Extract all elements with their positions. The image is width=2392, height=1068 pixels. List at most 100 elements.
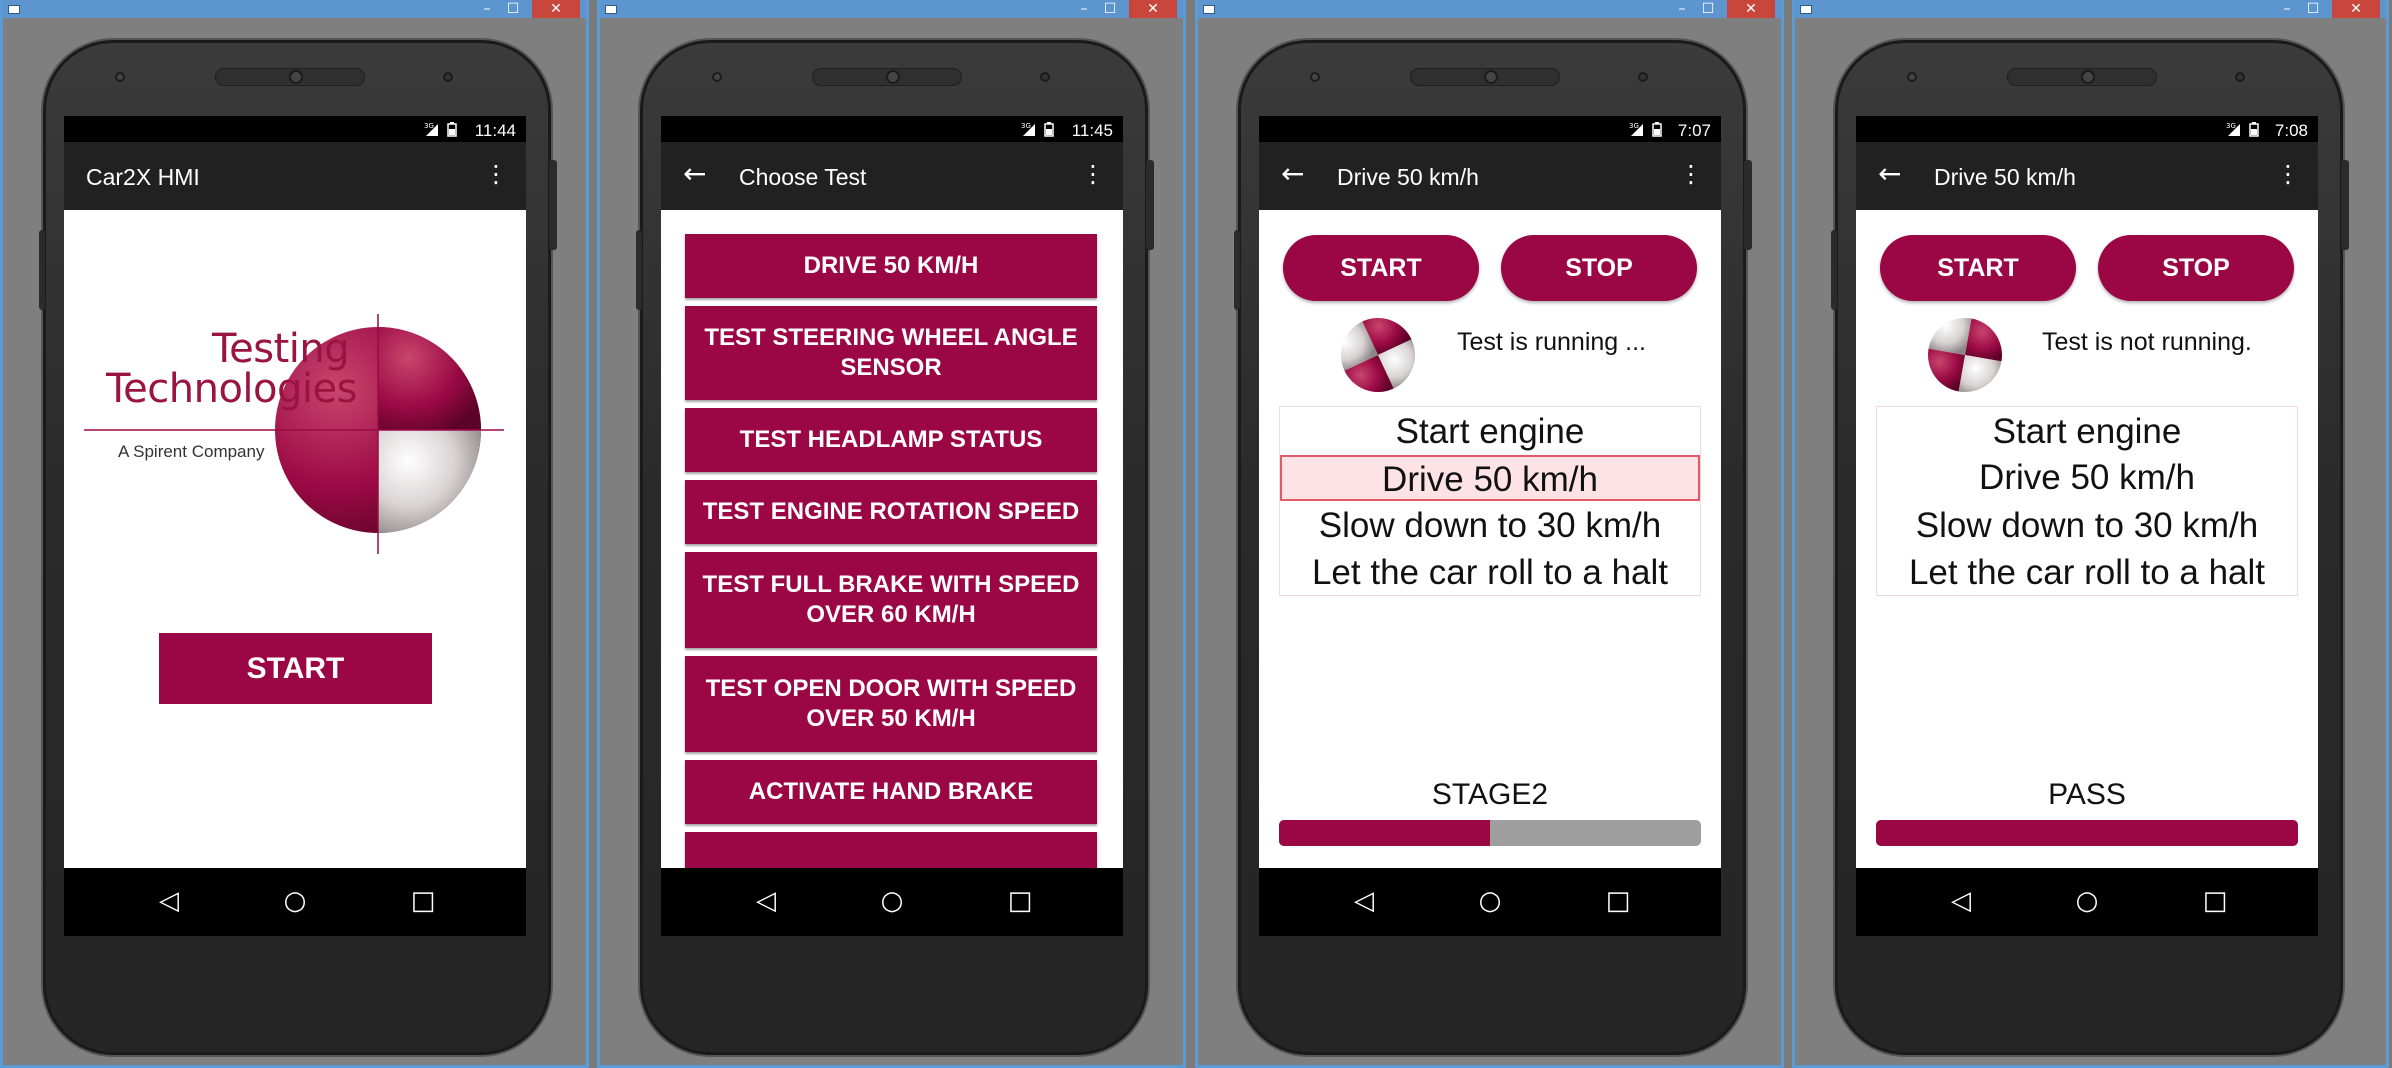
phone-power-button: [2341, 160, 2349, 250]
more-vert-icon[interactable]: ⋮: [484, 160, 508, 188]
test-item-hand-brake[interactable]: ACTIVATE HAND BRAKE: [685, 760, 1097, 824]
more-vert-icon[interactable]: ⋮: [1081, 160, 1105, 188]
step-item: Slow down to 30 km/h: [1318, 506, 1662, 545]
phone-frame: 3G 11:45 ← Choose Test ⋮ DRIVE 50 KM/H T…: [636, 40, 1154, 1055]
start-button[interactable]: START: [1283, 235, 1479, 301]
status-time: 11:45: [1071, 121, 1113, 140]
nav-back-icon[interactable]: ◁: [1946, 886, 1976, 916]
navigation-bar: ◁ ○ □: [1856, 868, 2318, 936]
svg-text:3G: 3G: [424, 122, 434, 130]
maximize-icon[interactable]: ☐: [2302, 0, 2324, 18]
nav-home-icon[interactable]: ○: [1475, 886, 1505, 916]
close-icon[interactable]: ✕: [1727, 0, 1775, 18]
emulator-window-4: – ☐ ✕ 3G 7:08 ← Drive 50 km/h ⋮ START ST…: [1792, 0, 2389, 1068]
test-status-text: Test is not running.: [2042, 328, 2252, 356]
front-sensor: [1907, 72, 1917, 82]
window-titlebar: – ☐ ✕: [1198, 0, 1781, 18]
action-bar: ← Choose Test ⋮: [661, 142, 1123, 210]
step-item: Slow down to 30 km/h: [1915, 506, 2259, 545]
window-titlebar: – ☐ ✕: [600, 0, 1183, 18]
phone-side-button: [1234, 230, 1240, 310]
step-item: Start engine: [1395, 412, 1585, 451]
test-item-steering-wheel[interactable]: TEST STEERING WHEEL ANGLE SENSOR: [685, 306, 1097, 400]
phone-power-button: [549, 160, 557, 250]
nav-recents-icon[interactable]: □: [1005, 886, 1035, 916]
phone-frame: 3G 7:07 ← Drive 50 km/h ⋮ START STOP Tes…: [1234, 40, 1752, 1055]
status-bar: 3G 11:44: [64, 116, 526, 142]
navigation-bar: ◁ ○ □: [64, 868, 526, 936]
front-sensor: [1310, 72, 1320, 82]
start-button[interactable]: START: [1880, 235, 2076, 301]
page-title: Choose Test: [739, 164, 867, 190]
test-item-full-brake[interactable]: TEST FULL BRAKE WITH SPEED OVER 60 KM/H: [685, 552, 1097, 648]
logo-subtitle: A Spirent Company: [118, 442, 265, 461]
nav-back-icon[interactable]: ◁: [1349, 886, 1379, 916]
close-icon[interactable]: ✕: [1129, 0, 1177, 18]
nav-home-icon[interactable]: ○: [877, 886, 907, 916]
svg-text:3G: 3G: [1629, 122, 1639, 130]
minimize-icon[interactable]: –: [2276, 0, 2298, 18]
test-list: DRIVE 50 KM/H TEST STEERING WHEEL ANGLE …: [661, 210, 1123, 868]
arrow-left-icon[interactable]: ←: [1281, 157, 1304, 190]
arrow-left-icon[interactable]: ←: [683, 157, 706, 190]
logo-text-line2: Technologies: [106, 366, 357, 412]
nav-home-icon[interactable]: ○: [280, 886, 310, 916]
maximize-icon[interactable]: ☐: [1099, 0, 1121, 18]
nav-back-icon[interactable]: ◁: [154, 886, 184, 916]
test-item-open-door[interactable]: TEST OPEN DOOR WITH SPEED OVER 50 KM/H: [685, 656, 1097, 752]
light-sensor: [1040, 72, 1050, 82]
navigation-bar: ◁ ○ □: [661, 868, 1123, 936]
emulator-window-3: – ☐ ✕ 3G 7:07 ← Drive 50 km/h ⋮ START ST…: [1195, 0, 1784, 1068]
maximize-icon[interactable]: ☐: [1697, 0, 1719, 18]
nav-recents-icon[interactable]: □: [2200, 886, 2230, 916]
minimize-icon[interactable]: –: [1073, 0, 1095, 18]
arrow-left-icon[interactable]: ←: [1878, 157, 1901, 190]
maximize-icon[interactable]: ☐: [502, 0, 524, 18]
signal-battery-icon: 3G: [2226, 121, 2264, 140]
phone-side-button: [39, 230, 45, 310]
phone-screen: 3G 11:45 ← Choose Test ⋮ DRIVE 50 KM/H T…: [661, 116, 1123, 936]
step-item: Let the car roll to a halt: [1908, 553, 2266, 592]
nav-recents-icon[interactable]: □: [1603, 886, 1633, 916]
test-steps-list: Start engine Drive 50 km/h Slow down to …: [1876, 406, 2298, 596]
nav-recents-icon[interactable]: □: [408, 886, 438, 916]
phone-screen: 3G 7:08 ← Drive 50 km/h ⋮ START STOP Tes…: [1856, 116, 2318, 936]
test-item-headlamp[interactable]: TEST HEADLAMP STATUS: [685, 408, 1097, 472]
status-bar: 3G 7:08: [1856, 116, 2318, 142]
front-camera: [2081, 70, 2095, 84]
light-sensor: [443, 72, 453, 82]
progress-fill: [1279, 820, 1490, 846]
test-item-engine-rotation[interactable]: TEST ENGINE ROTATION SPEED: [685, 480, 1097, 544]
progress-bar: [1876, 820, 2298, 846]
front-camera: [289, 70, 303, 84]
test-item-drive-50[interactable]: DRIVE 50 KM/H: [685, 234, 1097, 298]
progress-fill: [1876, 820, 2298, 846]
nav-home-icon[interactable]: ○: [2072, 886, 2102, 916]
svg-text:3G: 3G: [1021, 122, 1031, 130]
phone-frame: 3G 7:08 ← Drive 50 km/h ⋮ START STOP Tes…: [1831, 40, 2349, 1055]
light-sensor: [1638, 72, 1648, 82]
action-bar: Car2X HMI ⋮: [64, 142, 526, 210]
phone-power-button: [1146, 160, 1154, 250]
action-bar: ← Drive 50 km/h ⋮: [1259, 142, 1721, 210]
status-bar: 3G 7:07: [1259, 116, 1721, 142]
minimize-icon[interactable]: –: [1671, 0, 1693, 18]
test-item-next-partial[interactable]: [685, 832, 1097, 868]
more-vert-icon[interactable]: ⋮: [1679, 160, 1703, 188]
action-bar: ← Drive 50 km/h ⋮: [1856, 142, 2318, 210]
start-button[interactable]: START: [159, 633, 432, 704]
navigation-bar: ◁ ○ □: [1259, 868, 1721, 936]
window-app-icon: [1203, 5, 1215, 14]
close-icon[interactable]: ✕: [532, 0, 580, 18]
minimize-icon[interactable]: –: [476, 0, 498, 18]
close-icon[interactable]: ✕: [2332, 0, 2380, 18]
main-content: START STOP Test is running ... Start eng…: [1259, 210, 1721, 868]
more-vert-icon[interactable]: ⋮: [2276, 160, 2300, 188]
stop-button[interactable]: STOP: [1501, 235, 1697, 301]
stop-button[interactable]: STOP: [2098, 235, 2294, 301]
step-item-active: Drive 50 km/h: [1280, 455, 1700, 501]
emulator-window-2: – ☐ ✕ 3G 11:45 ← Choose Test ⋮ DRIVE 50 …: [597, 0, 1186, 1068]
svg-text:3G: 3G: [2226, 122, 2236, 130]
nav-back-icon[interactable]: ◁: [751, 886, 781, 916]
window-app-icon: [605, 5, 617, 14]
